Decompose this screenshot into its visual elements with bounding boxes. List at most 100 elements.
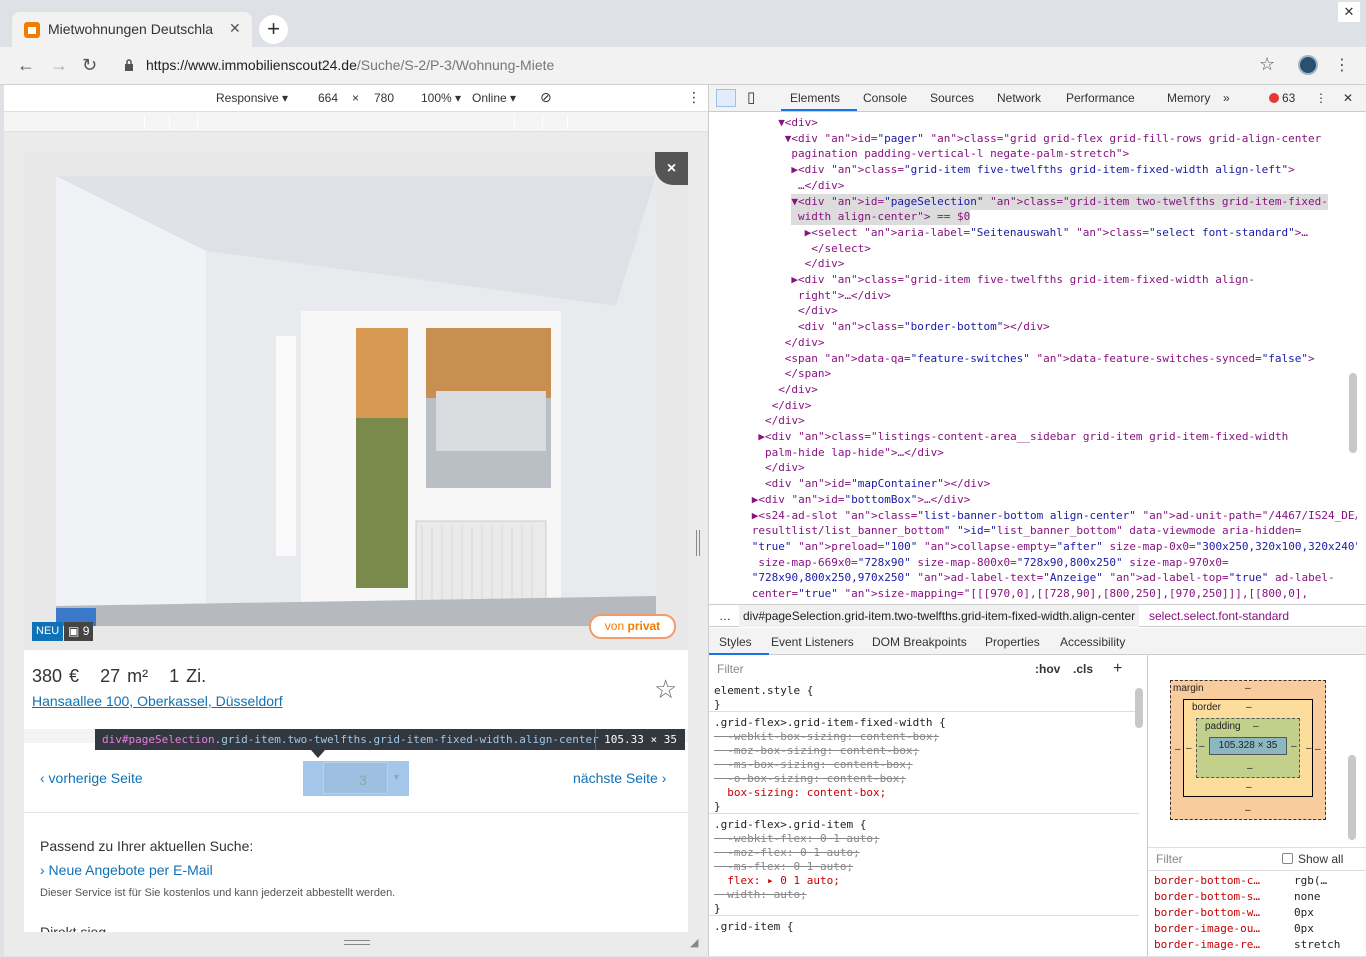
more-tabs-icon[interactable]: » bbox=[1223, 91, 1230, 105]
forward-icon[interactable]: → bbox=[50, 55, 68, 75]
gallery[interactable]: × NEU ▣ 9 von privat bbox=[24, 152, 688, 650]
dom-node-line[interactable]: </div> bbox=[778, 382, 818, 398]
dom-node-line[interactable]: …</div> bbox=[791, 178, 844, 194]
computed-row[interactable]: border-bottom-w… 0px bbox=[1148, 905, 1358, 921]
hov-toggle[interactable]: :hov bbox=[1035, 658, 1060, 680]
dom-node-line[interactable]: </span> bbox=[785, 366, 831, 382]
page-select[interactable]: 3 ▾ bbox=[323, 762, 399, 794]
email-alert-link[interactable]: › Neue Angebote per E-Mail bbox=[40, 862, 213, 878]
browser-tab[interactable]: Mietwohnungen Deutschla ✕ bbox=[12, 12, 252, 47]
dom-node-line[interactable]: palm-hide lap-hide">…</div> bbox=[758, 445, 944, 461]
tab-properties[interactable]: Properties bbox=[985, 635, 1040, 649]
new-style-rule-icon[interactable]: + bbox=[1113, 658, 1122, 680]
dom-node-line[interactable]: ▼<div "an">id="pager" "an">class="grid g… bbox=[785, 131, 1321, 147]
bookmark-star-icon[interactable]: ☆ bbox=[1259, 54, 1275, 75]
dom-node-line[interactable]: </div> bbox=[772, 398, 812, 414]
dom-node-line[interactable]: width align-center"> == $0 bbox=[791, 209, 971, 226]
styles-filter-input[interactable]: Filter bbox=[717, 658, 744, 680]
kebab-menu-icon[interactable]: ⋮ bbox=[1334, 55, 1350, 75]
tab-network[interactable]: Network bbox=[997, 91, 1041, 105]
apartment-photo[interactable] bbox=[56, 176, 656, 626]
new-tab-button[interactable]: + bbox=[259, 15, 288, 44]
device-mode-select[interactable]: Responsive ▾ bbox=[216, 91, 288, 105]
listing-address-link[interactable]: Hansaallee 100, Oberkassel, Düsseldorf bbox=[32, 693, 283, 709]
css-selector[interactable]: .grid-flex>.grid-item { bbox=[714, 818, 866, 832]
computed-filter-input[interactable]: Filter bbox=[1156, 848, 1183, 870]
css-declaration[interactable]: -ms-box-sizing: content-box; bbox=[714, 758, 912, 772]
dom-tree[interactable]: ▼<div> ▼<div "an">id="pager" "an">class="… bbox=[709, 113, 1357, 603]
address-bar[interactable]: https://www.immobilienscout24.de/Suche/S… bbox=[146, 57, 554, 73]
devtools-close-icon[interactable]: ✕ bbox=[1343, 91, 1353, 105]
dom-node-line[interactable]: ▶<select "an">aria-label="Seitenauswahl"… bbox=[805, 225, 1308, 241]
breadcrumb-child[interactable]: select.select.font-standard bbox=[1149, 605, 1289, 627]
dom-node-line[interactable]: ▼<div> bbox=[778, 115, 818, 131]
computed-row[interactable]: border-bottom-c… rgb(… bbox=[1148, 873, 1358, 889]
css-declaration[interactable]: box-sizing: content-box; bbox=[714, 786, 886, 800]
dom-node-line[interactable]: <span "an">data-qa="feature-switches" "a… bbox=[785, 351, 1315, 367]
close-gallery-button[interactable]: × bbox=[655, 152, 688, 185]
computed-row[interactable]: border-bottom-s… none bbox=[1148, 889, 1358, 905]
dom-node-line[interactable]: center="true" "an">size-mapping="[[[970,… bbox=[752, 586, 1308, 602]
device-options-icon[interactable]: ⋮ bbox=[687, 89, 701, 106]
css-declaration[interactable]: width: auto; bbox=[714, 888, 806, 902]
dom-node-line[interactable]: "true" "an">preload="100" "an">collapse-… bbox=[752, 539, 1357, 555]
box-border[interactable]: border – – – – padding – – – – 105.328 ×… bbox=[1183, 699, 1313, 797]
css-declaration[interactable]: -moz-flex: 0 1 auto; bbox=[714, 846, 859, 860]
page-selection[interactable]: 3 ▾ bbox=[303, 761, 409, 796]
dom-node-line[interactable]: </div> bbox=[805, 256, 845, 272]
previous-page-link[interactable]: ‹ vorherige Seite bbox=[40, 770, 143, 786]
css-selector[interactable]: .grid-item { bbox=[714, 920, 793, 934]
dom-node-line[interactable]: right">…</div> bbox=[791, 288, 891, 304]
breadcrumb-ellipsis[interactable]: … bbox=[719, 605, 731, 627]
css-selector[interactable]: .grid-flex>.grid-item-fixed-width { bbox=[714, 716, 946, 730]
tab-sources[interactable]: Sources bbox=[930, 91, 974, 105]
css-declaration[interactable]: -webkit-box-sizing: content-box; bbox=[714, 730, 939, 744]
favorite-star-icon[interactable]: ☆ bbox=[654, 674, 677, 705]
devtools-menu-icon[interactable]: ⋮ bbox=[1315, 91, 1327, 105]
cls-toggle[interactable]: .cls bbox=[1073, 658, 1093, 680]
throttle-select[interactable]: Online ▾ bbox=[472, 91, 516, 105]
css-declaration[interactable]: -webkit-flex: 0 1 auto; bbox=[714, 832, 879, 846]
back-icon[interactable]: ← bbox=[17, 55, 35, 75]
dom-node-line[interactable]: ▶<div "an">class="listings-content-area_… bbox=[758, 429, 1288, 445]
dom-node-line[interactable]: </div> bbox=[765, 413, 805, 429]
styles-scrollbar[interactable] bbox=[1135, 688, 1143, 728]
dom-node-line[interactable]: </div> bbox=[785, 335, 825, 351]
dom-node-line[interactable]: ▶<div "an">id="bottomBox">…</div> bbox=[752, 492, 971, 508]
computed-row[interactable]: border-image-ou… 0px bbox=[1148, 921, 1358, 937]
dom-node-line[interactable]: pagination padding-vertical-l negate-pal… bbox=[785, 146, 1129, 162]
media-query-bar[interactable] bbox=[4, 112, 708, 132]
zoom-select[interactable]: 100% ▾ bbox=[421, 91, 461, 105]
viewport-resize-handle-right[interactable] bbox=[696, 530, 700, 556]
tab-accessibility[interactable]: Accessibility bbox=[1060, 635, 1125, 649]
css-selector[interactable]: element.style { bbox=[714, 684, 813, 698]
dom-node-line[interactable]: "728x90,800x250,970x250" "an">ad-label-t… bbox=[752, 570, 1335, 586]
tab-elements[interactable]: Elements bbox=[790, 91, 840, 105]
viewport-width-input[interactable]: 664 bbox=[318, 91, 338, 105]
computed-row[interactable]: border-image-re… stretch bbox=[1148, 937, 1358, 953]
styles-pane[interactable]: element.style {} .grid-flex>.grid-item-fi… bbox=[709, 682, 1147, 956]
profile-avatar[interactable] bbox=[1298, 55, 1318, 75]
dom-node-line[interactable]: <div "an">class="border-bottom"></div> bbox=[791, 319, 1050, 335]
computed-properties[interactable]: border-bottom-c… rgb(… border-bottom-s… non… bbox=[1148, 873, 1358, 957]
dom-node-line[interactable]: </select> bbox=[805, 241, 871, 257]
device-toggle-icon[interactable]: ▯ bbox=[747, 88, 755, 106]
dom-node-line[interactable]: ▶<div "an">class="grid-item five-twelfth… bbox=[791, 272, 1255, 288]
viewport-resize-corner[interactable]: ◢ bbox=[690, 936, 698, 949]
box-margin[interactable]: margin – – – – border – – – – padding – … bbox=[1170, 680, 1326, 820]
tab-styles[interactable]: Styles bbox=[719, 635, 752, 649]
dom-node-line[interactable]: ▶<div "an">class="grid-item five-twelfth… bbox=[791, 162, 1294, 178]
rotate-icon[interactable]: ⊘ bbox=[540, 89, 552, 106]
dom-node-line[interactable]: </div> bbox=[758, 460, 805, 476]
css-declaration[interactable]: flex: ▸ 0 1 auto; bbox=[714, 874, 840, 888]
dom-node-line[interactable]: resultlist/list_banner_bottom" ">id="lis… bbox=[752, 523, 1302, 539]
tab-event-listeners[interactable]: Event Listeners bbox=[771, 635, 854, 649]
inspect-element-icon[interactable] bbox=[716, 89, 736, 107]
show-all-checkbox[interactable] bbox=[1282, 853, 1293, 864]
dom-scrollbar[interactable] bbox=[1349, 373, 1357, 453]
tab-console[interactable]: Console bbox=[863, 91, 907, 105]
breadcrumb-node[interactable]: div#pageSelection.grid-item.two-twelfths… bbox=[739, 605, 1140, 627]
window-close-button[interactable]: ✕ bbox=[1338, 2, 1360, 22]
dom-node-line[interactable]: ▶<s24-ad-slot "an">class="list-banner-bo… bbox=[752, 508, 1357, 524]
css-declaration[interactable]: -moz-box-sizing: content-box; bbox=[714, 744, 919, 758]
